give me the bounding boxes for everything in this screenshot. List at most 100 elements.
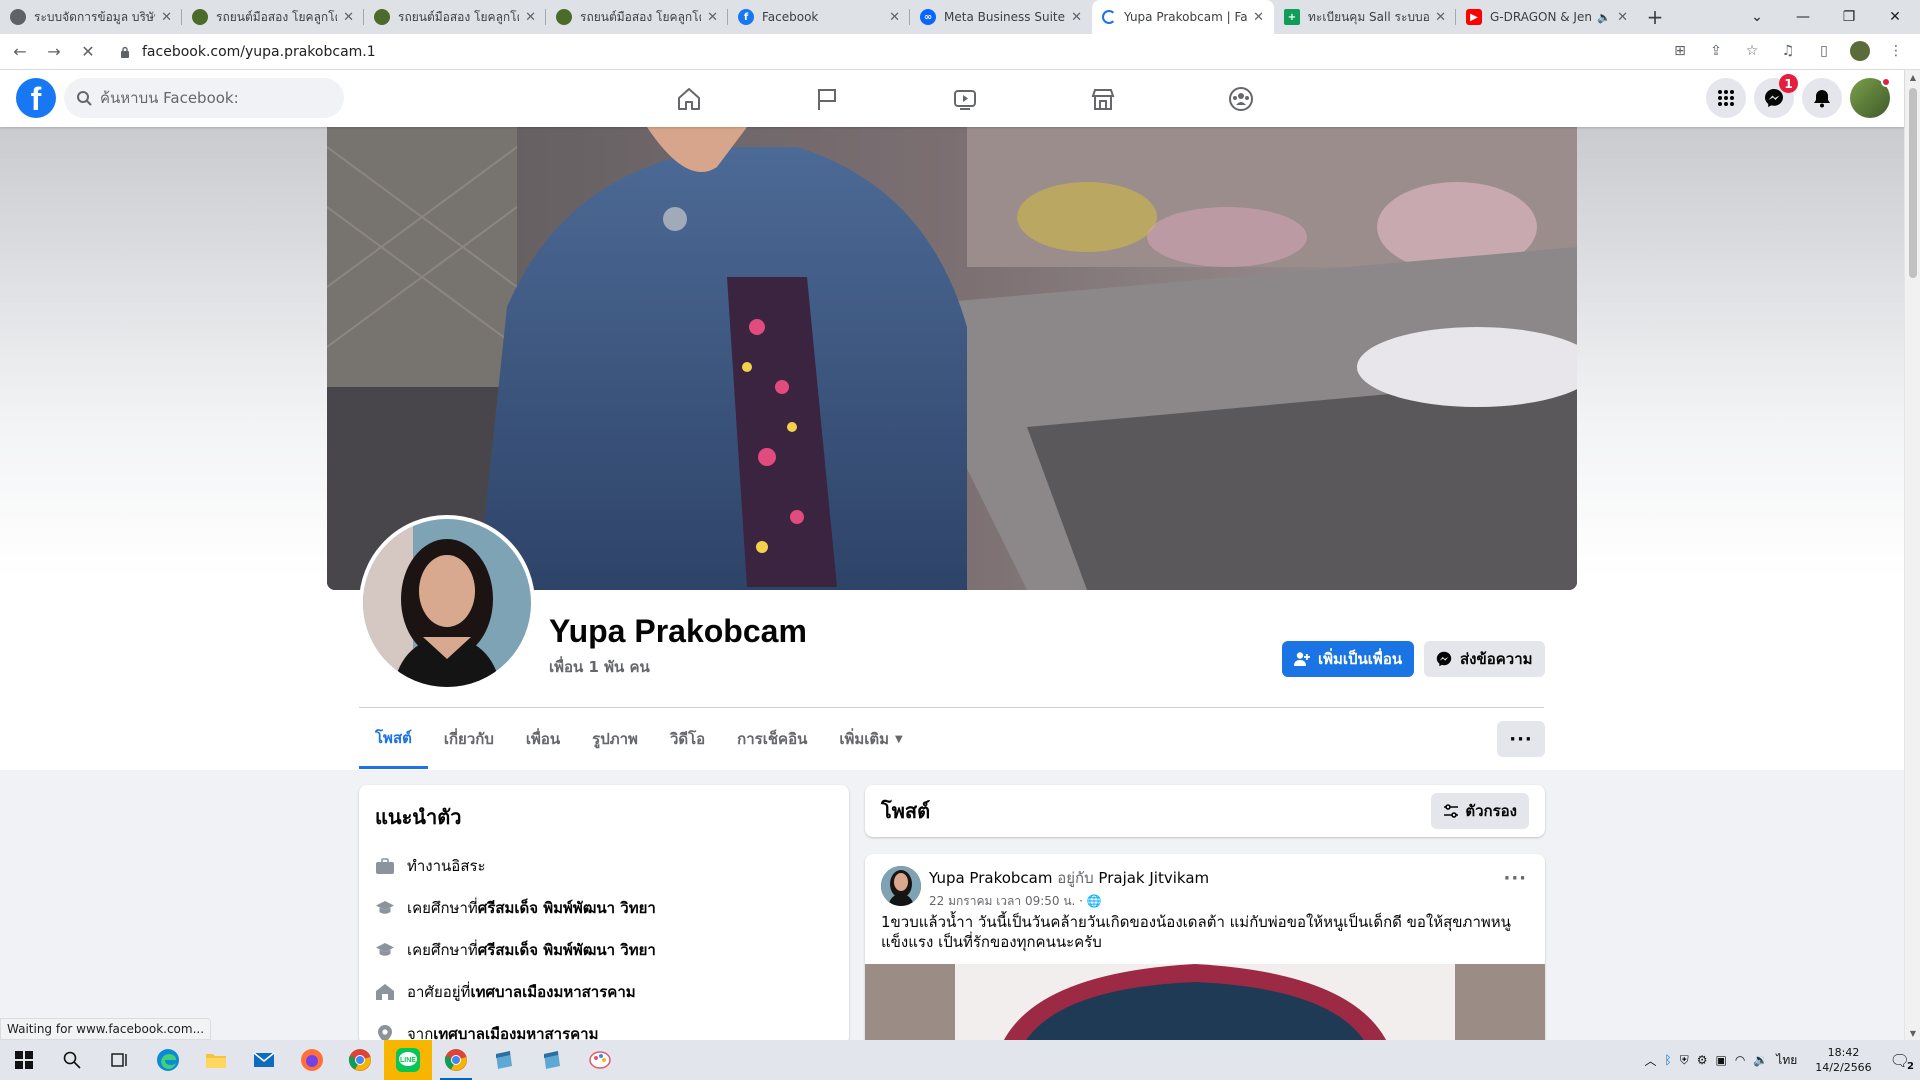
browser-tab[interactable]: รถยนต์มือสอง โยคลูกโต ✕	[182, 0, 364, 34]
display-icon[interactable]: ▣	[1716, 1053, 1727, 1067]
tab-about[interactable]: เกี่ยวกับ	[428, 709, 510, 769]
close-icon[interactable]: ✕	[1071, 10, 1082, 25]
post-timestamp[interactable]: 22 มกราคม เวลา 09:50 น. ·	[929, 894, 1087, 908]
close-icon[interactable]: ✕	[707, 10, 718, 25]
tab-friends[interactable]: เพื่อน	[510, 709, 576, 769]
app-window-icon[interactable]	[528, 1040, 576, 1080]
browser-tab[interactable]: + ทะเบียนคุม Sall ระบบออนไ ✕	[1274, 0, 1456, 34]
tab-more[interactable]: เพิ่มเติม ▼	[823, 709, 918, 769]
firefox-icon[interactable]	[288, 1040, 336, 1080]
home-icon[interactable]	[620, 70, 758, 127]
menu-grid-icon[interactable]	[1706, 78, 1746, 118]
account-avatar[interactable]	[1850, 77, 1891, 118]
restore-button[interactable]: ❐	[1826, 0, 1872, 34]
url-text[interactable]: facebook.com/yupa.prakobcam.1	[142, 44, 376, 60]
post-options-button[interactable]: ···	[1503, 868, 1527, 889]
post-author-avatar[interactable]	[881, 866, 921, 906]
scroll-thumb[interactable]	[1909, 88, 1917, 278]
file-explorer-icon[interactable]	[192, 1040, 240, 1080]
lock-icon[interactable]	[120, 46, 132, 58]
close-icon[interactable]: ✕	[525, 10, 536, 25]
close-icon[interactable]: ✕	[1617, 10, 1628, 25]
tab-videos[interactable]: วิดีโอ	[654, 709, 721, 769]
post-author-name[interactable]: Yupa Prakobcam	[929, 869, 1052, 887]
speaker-icon[interactable]: 🔈	[1597, 11, 1611, 24]
menu-dots-icon[interactable]: ⋮	[1886, 41, 1906, 61]
share-icon[interactable]: ⇪	[1706, 41, 1726, 61]
intro-school-link[interactable]: ศรีสมเด็จ พิมพ์พัฒนา วิทยา	[478, 896, 656, 920]
chrome-active-icon[interactable]	[432, 1040, 480, 1080]
close-icon[interactable]: ✕	[161, 10, 172, 25]
scroll-up-arrow-icon[interactable]: ▲	[1905, 70, 1920, 84]
close-icon[interactable]: ✕	[1253, 10, 1264, 25]
notifications-bell-icon[interactable]	[1802, 78, 1842, 118]
intro-city-link[interactable]: เทศบาลเมืองมหาสารคาม	[470, 980, 635, 1004]
mail-icon[interactable]	[240, 1040, 288, 1080]
task-view-icon[interactable]	[96, 1040, 144, 1080]
close-icon[interactable]: ✕	[343, 10, 354, 25]
bluetooth-icon[interactable]: ᛒ	[1665, 1053, 1672, 1067]
page-scrollbar[interactable]: ▲ ▼	[1904, 70, 1920, 1040]
scroll-down-arrow-icon[interactable]: ▼	[1905, 1026, 1920, 1040]
chrome-icon[interactable]	[336, 1040, 384, 1080]
messenger-icon[interactable]: 1	[1754, 74, 1798, 118]
tab-posts[interactable]: โพสต์	[359, 709, 428, 769]
app-window-icon[interactable]	[480, 1040, 528, 1080]
tray-overflow-icon[interactable]: ︿	[1645, 1052, 1657, 1069]
minimize-button[interactable]: —	[1780, 0, 1826, 34]
close-icon[interactable]: ✕	[889, 10, 900, 25]
watch-video-icon[interactable]	[896, 70, 1034, 127]
browser-tab[interactable]: ▶ G-DRAGON & Jen 🔈 ✕	[1456, 0, 1638, 34]
search-input[interactable]: ค้นหาบน Facebook:	[64, 78, 344, 118]
search-icon[interactable]	[48, 1040, 96, 1080]
forward-button[interactable]: →	[40, 38, 68, 66]
edge-browser-icon[interactable]	[144, 1040, 192, 1080]
line-app-icon[interactable]: LINE	[384, 1040, 432, 1080]
side-panel-icon[interactable]: ▯	[1814, 41, 1834, 61]
media-controls-icon[interactable]: ♫	[1778, 41, 1798, 61]
browser-tab[interactable]: f Facebook ✕	[728, 0, 910, 34]
facebook-logo-icon[interactable]: f	[16, 78, 56, 118]
system-clock[interactable]: 18:42 14/2/2566	[1815, 1045, 1871, 1075]
profile-more-options-button[interactable]: ···	[1497, 721, 1545, 757]
bookmark-star-icon[interactable]: ☆	[1742, 41, 1762, 61]
post-tagged-name[interactable]: Prajak Jitvikam	[1098, 869, 1209, 887]
globe-privacy-icon[interactable]: 🌐	[1087, 894, 1102, 908]
filter-button[interactable]: ตัวกรอง	[1431, 793, 1529, 829]
paint-app-icon[interactable]	[576, 1040, 624, 1080]
browser-tab[interactable]: รถยนต์มือสอง โยคลูกโต ✕	[546, 0, 728, 34]
security-shield-icon[interactable]: ⛨	[1680, 1053, 1689, 1068]
add-friend-label: เพิ่มเป็นเพื่อน	[1318, 650, 1403, 668]
url-bar[interactable]: facebook.com/yupa.prakobcam.1	[110, 37, 1890, 67]
tab-checkins[interactable]: การเช็คอิน	[721, 709, 823, 769]
cover-photo[interactable]	[327, 127, 1577, 590]
profile-name: Yupa Prakobcam	[549, 613, 807, 649]
browser-tab[interactable]: ระบบจัดการข้อมูล บริษัท โ ✕	[0, 0, 182, 34]
tab-search-icon[interactable]: ⌄	[1734, 0, 1780, 34]
marketplace-icon[interactable]	[1034, 70, 1172, 127]
input-language[interactable]: ไทย	[1776, 1051, 1797, 1070]
browser-tab[interactable]: รถยนต์มือสอง โยคลูกโต ✕	[364, 0, 546, 34]
friend-count[interactable]: เพื่อน 1 พัน คน	[549, 655, 650, 679]
browser-tab-active[interactable]: Yupa Prakobcam | Fac ✕	[1092, 0, 1274, 34]
wifi-icon[interactable]: ◠	[1735, 1053, 1745, 1067]
translate-icon[interactable]: ⊞	[1670, 41, 1690, 61]
add-friend-button[interactable]: เพิ่มเป็นเพื่อน	[1282, 641, 1415, 677]
intro-school-link[interactable]: ศรีสมเด็จ พิมพ์พัฒนา วิทยา	[478, 938, 656, 962]
send-message-button[interactable]: ส่งข้อความ	[1424, 641, 1545, 677]
stop-loading-button[interactable]: ✕	[74, 38, 102, 66]
back-button[interactable]: ←	[6, 38, 34, 66]
profile-picture[interactable]	[359, 515, 535, 691]
notification-center-icon[interactable]: 🗨 2	[1890, 1051, 1914, 1072]
tab-photos[interactable]: รูปภาพ	[576, 709, 654, 769]
windows-start-icon[interactable]	[0, 1040, 48, 1080]
new-tab-button[interactable]: +	[1638, 0, 1672, 34]
browser-tab[interactable]: ∞ Meta Business Suite ✕	[910, 0, 1092, 34]
groups-icon[interactable]	[1172, 70, 1310, 127]
tray-app-icon[interactable]: ⚙	[1697, 1053, 1708, 1067]
close-window-button[interactable]: ✕	[1872, 0, 1918, 34]
pages-flag-icon[interactable]	[758, 70, 896, 127]
close-icon[interactable]: ✕	[1435, 10, 1446, 25]
volume-icon[interactable]: 🔉	[1753, 1053, 1768, 1067]
profile-avatar-icon[interactable]	[1850, 41, 1870, 61]
